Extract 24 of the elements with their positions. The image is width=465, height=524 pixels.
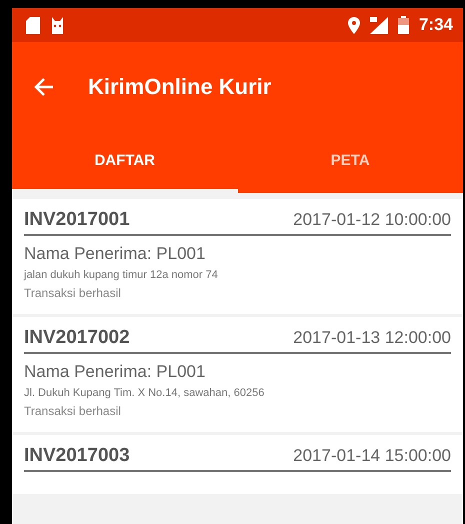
invoice-number: INV2017002 [24, 327, 130, 349]
order-card[interactable]: INV2017002 2017-01-13 12:00:00 Nama Penerima: PL001 Jl. Dukuh Kupang Tim. X No.14, sawahan, 60256 Transaksi berhasil [12, 317, 463, 432]
app-title: KirimOnline Kurir [88, 74, 272, 100]
order-datetime: 2017-01-14 15:00:00 [293, 446, 451, 466]
tab[interactable]: DAFTAR [12, 132, 238, 193]
status-text: Transaksi berhasil [24, 404, 122, 418]
order-datetime: 2017-01-12 10:00:00 [293, 210, 451, 230]
status-text: Transaksi berhasil [24, 286, 122, 300]
signal-icon [370, 16, 388, 34]
clock-time: 7:34 [418, 15, 453, 35]
order-card[interactable]: INV2017003 2017-01-14 15:00:00 [12, 435, 463, 494]
recipient-name: Nama Penerima: PL001 [24, 244, 206, 264]
invoice-number: INV2017001 [24, 209, 130, 231]
location-icon [348, 16, 360, 34]
address-text: jalan dukuh kupang timur 12a nomor 74 [24, 269, 219, 281]
android-icon [50, 16, 65, 34]
order-card[interactable]: INV2017001 2017-01-12 10:00:00 Nama Penerima: PL001 jalan dukuh kupang timur 12a nomor 74 Transaksi berhasil [12, 199, 463, 314]
sd-card-icon [26, 16, 40, 34]
recipient-name: Nama Penerima: PL001 [24, 362, 206, 382]
address-text: Jl. Dukuh Kupang Tim. X No.14, sawahan, 60256 [24, 387, 266, 399]
order-datetime: 2017-01-13 12:00:00 [293, 328, 451, 348]
back-arrow-icon[interactable] [34, 78, 54, 96]
battery-icon [398, 16, 409, 34]
invoice-number: INV2017003 [24, 445, 130, 467]
